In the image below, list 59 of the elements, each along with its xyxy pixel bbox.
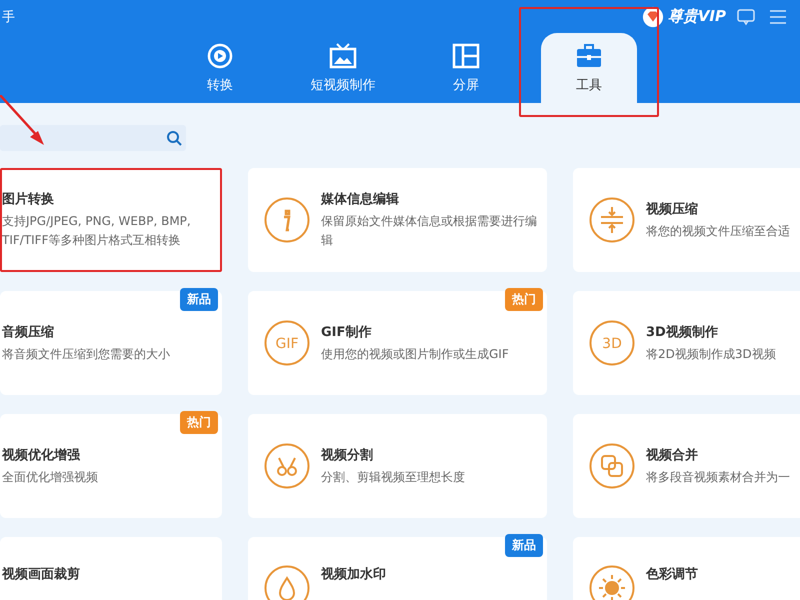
tool-card[interactable]: 视频加水印 新品 — [248, 537, 547, 600]
card-description: 全面优化增强视频 — [2, 468, 98, 486]
tool-card[interactable]: 视频优化增强 全面优化增强视频 热门 — [0, 414, 222, 518]
card-title: 视频优化增强 — [2, 446, 81, 464]
card-title: 视频合并 — [646, 446, 699, 464]
card-description: 保留原始文件媒体信息或根据需要进行编辑 — [321, 213, 538, 249]
scissors-icon — [264, 443, 310, 489]
tab[interactable]: 转换 — [172, 33, 268, 103]
tv-icon — [328, 42, 358, 70]
badge: 新品 — [505, 534, 543, 557]
menu-icon[interactable] — [768, 8, 788, 26]
card-title: 图片转换 — [2, 191, 55, 208]
tool-card[interactable]: 色彩调节 — [573, 537, 800, 600]
card-title: 视频压缩 — [646, 200, 699, 218]
card-description: 使用您的视频或图片制作或生成GIF — [321, 346, 509, 362]
badge: 新品 — [180, 288, 218, 311]
tab[interactable]: 工具 — [541, 33, 637, 103]
tool-card[interactable]: 音频压缩 将音频文件压缩到您需要的大小 新品 — [0, 291, 222, 395]
card-title: 视频加水印 — [321, 566, 386, 583]
tool-card[interactable]: 视频分割 分割、剪辑视频至理想长度 — [248, 414, 547, 518]
card-description: 分割、剪辑视频至理想长度 — [321, 468, 465, 486]
tool-card[interactable]: GIF GIF制作 使用您的视频或图片制作或生成GIF 热门 — [248, 291, 547, 395]
overlapping-squares-icon — [589, 443, 635, 489]
toolbox-icon — [574, 42, 604, 70]
tool-card[interactable]: 图片转换 支持JPG/JPEG, PNG, WEBP, BMP, TIF/TIFF等多种图片格式互相转换 — [0, 168, 222, 272]
card-title: GIF制作 — [321, 324, 372, 340]
format-icon: 3D — [589, 320, 635, 366]
tool-card[interactable]: 视频合并 将多段音视频素材合并为一 — [573, 414, 800, 518]
split-screen-icon — [451, 42, 481, 70]
badge: 热门 — [505, 288, 543, 311]
window-title: 手 — [2, 8, 15, 26]
play-circle-icon — [205, 42, 235, 70]
drop-icon — [264, 565, 310, 600]
card-title: 媒体信息编辑 — [321, 190, 400, 208]
card-title: 视频画面裁剪 — [2, 566, 80, 583]
tool-card[interactable]: 媒体信息编辑 保留原始文件媒体信息或根据需要进行编辑 — [248, 168, 547, 272]
badge: 热门 — [180, 411, 218, 434]
card-description: 支持JPG/JPEG, PNG, WEBP, BMP, TIF/TIFF等多种图片格式互相转换 — [2, 213, 192, 249]
card-description: 将音频文件压缩到您需要的大小 — [2, 346, 170, 362]
vip-label[interactable]: 尊贵VIP — [668, 7, 726, 26]
card-description: 将2D视频制作成3D视频 — [646, 346, 776, 362]
format-icon: GIF — [264, 320, 310, 366]
card-description: 将多段音视频素材合并为一 — [646, 468, 790, 486]
sun-icon — [589, 565, 635, 600]
tool-card[interactable]: 视频压缩 将您的视频文件压缩至合适 — [573, 168, 800, 272]
card-title: 3D视频制作 — [646, 324, 719, 340]
search-icon[interactable] — [166, 130, 182, 146]
card-title: 音频压缩 — [2, 324, 55, 340]
tool-card[interactable]: 视频画面裁剪 — [0, 537, 222, 600]
tab[interactable]: 分屏 — [418, 33, 514, 103]
info-icon — [264, 197, 310, 243]
chat-icon[interactable] — [736, 8, 756, 26]
tool-card[interactable]: 3D 3D视频制作 将2D视频制作成3D视频 — [573, 291, 800, 395]
search-field[interactable] — [0, 125, 186, 151]
compress-icon — [589, 197, 635, 243]
tab[interactable]: 短视频制作 — [295, 33, 391, 103]
card-title: 色彩调节 — [646, 566, 698, 583]
card-title: 视频分割 — [321, 446, 374, 464]
card-description: 将您的视频文件压缩至合适 — [646, 222, 790, 240]
